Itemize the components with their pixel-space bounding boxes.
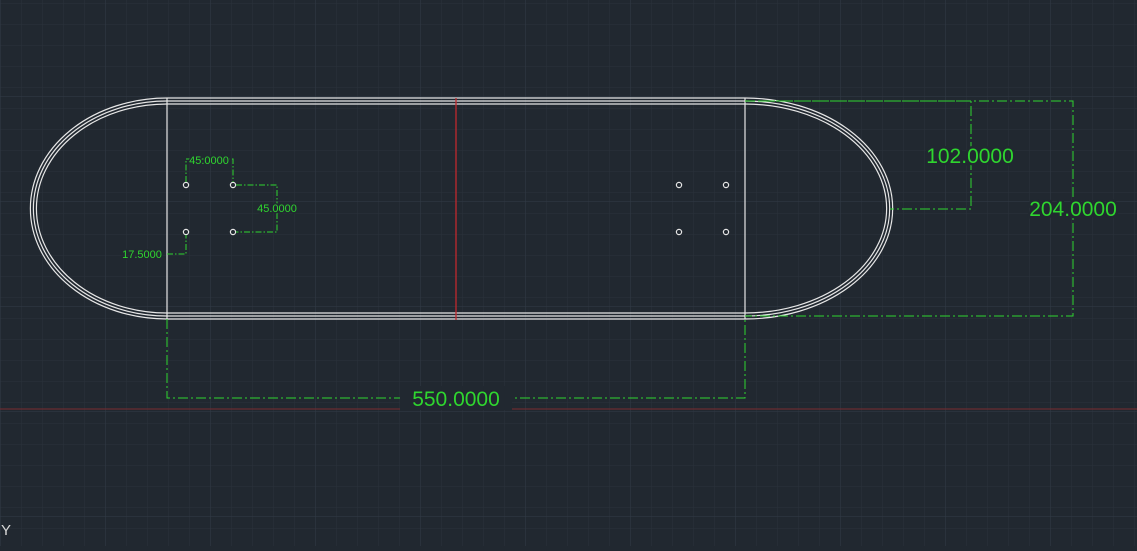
dim-width-text[interactable]: 204.0000 — [1027, 196, 1120, 224]
ucs-y-label: Y — [1, 522, 11, 539]
dim-hole-h-text[interactable]: 45.0000 — [188, 154, 231, 169]
dim-hole-v-text[interactable]: 45.0000 — [256, 202, 299, 217]
ucs-icon: Y — [1, 522, 11, 539]
dim-radius-text[interactable]: 102.0000 — [924, 143, 1017, 171]
dim-hole-offset-text[interactable]: 17.5000 — [121, 248, 164, 263]
dim-length-text[interactable]: 550.0000 — [412, 388, 500, 411]
grid — [0, 0, 1137, 546]
cad-viewport[interactable]: 550.0000 204.0000 102.0000 45.0000 45.00… — [0, 0, 1137, 546]
drawing-canvas[interactable]: 550.0000 204.0000 102.0000 45.0000 45.00… — [0, 0, 1137, 546]
